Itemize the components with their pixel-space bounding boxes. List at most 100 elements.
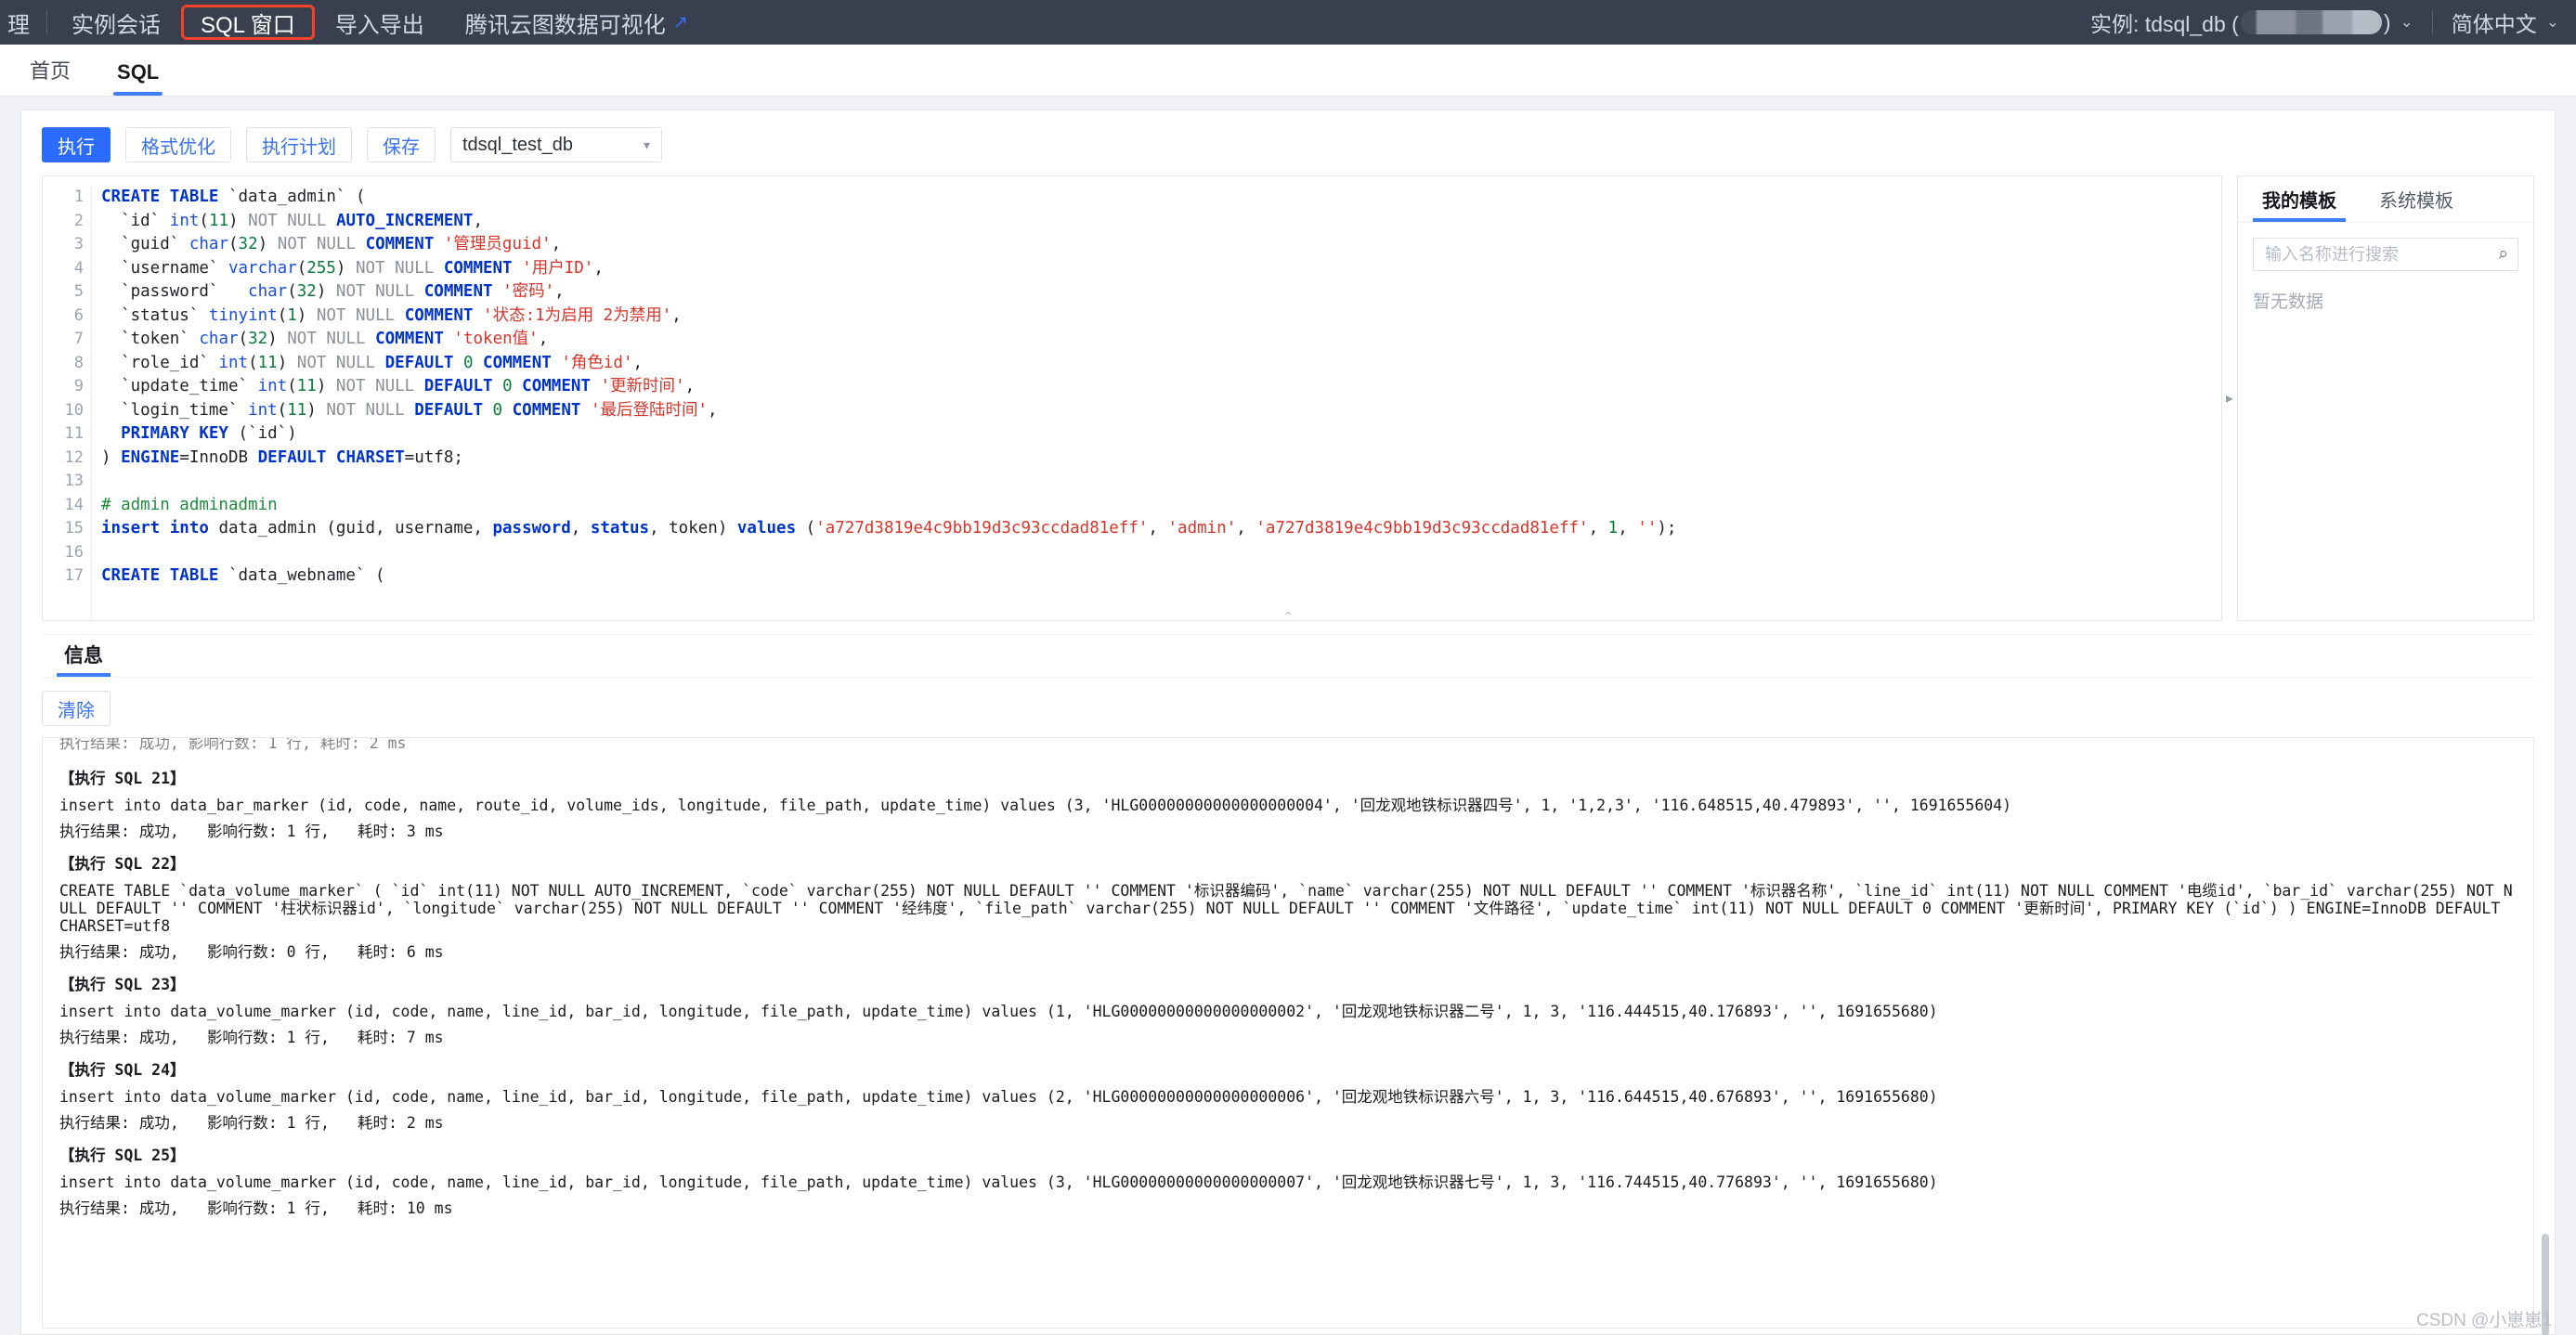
log-block-sql: insert into data_volume_marker (id, code… [59, 1088, 1938, 1106]
right-divider [2431, 10, 2433, 34]
info-toolbar: 清除 [42, 678, 2534, 737]
log-result-rows: 影响行数: 0 行, [206, 943, 330, 961]
log-result-status: 执行结果: 成功, [59, 1029, 179, 1046]
tab-home-label: 首页 [30, 59, 72, 83]
log-block: 【执行 SQL 21】 insert into data_bar_marker … [59, 770, 2517, 840]
editor-line-numbers: 1 2 3 4 5 6 7 8 9 10 11 12 13 14 15 16 17 [43, 176, 84, 620]
top-nav-left-group: 理 实例会话 SQL 窗口 导入导出 腾讯云图数据可视化 ↗ [0, 0, 709, 45]
template-search-box[interactable]: ⌕ [2253, 238, 2518, 271]
execute-button-label: 执行 [58, 136, 95, 158]
instance-label: 实例: tdsql_db ( [2090, 12, 2239, 36]
clear-button[interactable]: 清除 [42, 691, 111, 726]
log-block-sql: CREATE TABLE `data_volume_marker` ( `id`… [59, 882, 2513, 935]
instance-selector[interactable]: 实例: tdsql_db ( ) ⌄ [2090, 6, 2413, 38]
log-block-title: 【执行 SQL 25】 [59, 1147, 186, 1164]
instance-label-suffix: ) [2383, 9, 2391, 34]
nav-instance-session[interactable]: 实例会话 [51, 0, 181, 45]
log-block-result: 执行结果: 成功, 影响行数: 1 行, 耗时: 2 ms [59, 1114, 2517, 1132]
page-body: 执行 格式优化 执行计划 保存 tdsql_test_db ▾ 12345678… [0, 97, 2576, 1335]
chevron-down-icon: ⌄ [2400, 13, 2413, 31]
save-button[interactable]: 保存 [367, 127, 436, 162]
log-result-status: 执行结果: 成功, [59, 1114, 179, 1132]
template-tabs: 我的模板 系统模板 [2238, 176, 2533, 223]
chevron-down-icon: ⌄ [2545, 13, 2559, 31]
log-result-time: 耗时: 3 ms [357, 823, 444, 840]
log-result-rows: 影响行数: 1 行, [206, 1114, 330, 1132]
tab-system-templates[interactable]: 系统模板 [2370, 186, 2463, 222]
log-block-title: 【执行 SQL 23】 [59, 976, 186, 993]
sql-editor[interactable]: 1 2 3 4 5 6 7 8 9 10 11 12 13 14 15 16 17 CREATE TABLE `… [42, 175, 2222, 621]
nav-divider [46, 10, 47, 34]
search-icon[interactable]: ⌕ [2498, 244, 2508, 265]
info-tab-bar: 信息 [42, 635, 2534, 678]
log-result-time: 耗时: 10 ms [357, 1199, 453, 1217]
log-block: 【执行 SQL 25】 insert into data_volume_mark… [59, 1147, 2517, 1217]
sql-editor-content[interactable]: CREATE TABLE `data_admin` ( `id` int(11)… [101, 176, 2221, 620]
log-block-sql: insert into data_bar_marker (id, code, n… [59, 797, 2012, 814]
explain-plan-button[interactable]: 执行计划 [246, 127, 352, 162]
nav-sql-window[interactable]: SQL 窗口 [181, 5, 315, 40]
template-search-input[interactable] [2263, 243, 2499, 266]
save-button-label: 保存 [383, 136, 420, 158]
log-block-title: 【执行 SQL 21】 [59, 770, 186, 787]
log-result-rows: 影响行数: 1 行, [206, 1029, 330, 1046]
tab-home[interactable]: 首页 [13, 55, 87, 96]
log-result-status: 执行结果: 成功, [59, 823, 179, 840]
log-block-sql: insert into data_volume_marker (id, code… [59, 1003, 1938, 1020]
explain-plan-button-label: 执行计划 [262, 136, 336, 158]
log-result-status: 执行结果: 成功, [59, 943, 179, 961]
log-result-status: 执行结果: 成功, [59, 1199, 179, 1217]
log-block-title: 【执行 SQL 24】 [59, 1061, 186, 1079]
log-result-rows: 影响行数: 1 行, [206, 823, 330, 840]
top-navigation-bar: 理 实例会话 SQL 窗口 导入导出 腾讯云图数据可视化 ↗ 实例: tdsql… [0, 0, 2576, 45]
watermark: CSDN @小崽崽1 [2416, 1311, 2552, 1330]
nav-cloud-visualization[interactable]: 腾讯云图数据可视化 ↗ [445, 0, 709, 45]
log-block: 【执行 SQL 24】 insert into data_volume_mark… [59, 1061, 2517, 1132]
editor-gutter-divider [91, 186, 92, 620]
execution-log[interactable]: 执行结果: 成功, 影响行数: 1 行, 耗时: 2 ms 【执行 SQL 21… [42, 737, 2534, 1329]
database-select[interactable]: tdsql_test_db ▾ [450, 127, 662, 162]
editor-resize-handle[interactable]: ⌃ [1282, 609, 1294, 625]
nav-manage-label: 理 [7, 12, 30, 38]
log-result-time: 耗时: 2 ms [357, 1114, 444, 1132]
sql-workspace-card: 执行 格式优化 执行计划 保存 tdsql_test_db ▾ 12345678… [20, 110, 2556, 1335]
log-block-result: 执行结果: 成功, 影响行数: 1 行, 耗时: 7 ms [59, 1029, 2517, 1046]
log-block: 【执行 SQL 22】 CREATE TABLE `data_volume_ma… [59, 855, 2517, 961]
nav-manage[interactable]: 理 [0, 0, 43, 45]
execute-button[interactable]: 执行 [42, 127, 111, 162]
nav-instance-session-label: 实例会话 [72, 12, 161, 38]
log-result-time: 耗时: 6 ms [357, 943, 444, 961]
log-block-sql: insert into data_volume_marker (id, code… [59, 1173, 1938, 1191]
tab-sql-label: SQL [117, 60, 160, 84]
log-result-rows: 影响行数: 1 行, [206, 1199, 330, 1217]
log-block-result: 执行结果: 成功, 影响行数: 0 行, 耗时: 6 ms [59, 943, 2517, 961]
tab-my-templates-label: 我的模板 [2262, 191, 2336, 212]
language-label: 简体中文 [2451, 12, 2537, 36]
info-section: 信息 清除 执行结果: 成功, 影响行数: 1 行, 耗时: 2 ms 【执行 … [42, 634, 2534, 1329]
log-block-result: 执行结果: 成功, 影响行数: 1 行, 耗时: 10 ms [59, 1199, 2517, 1217]
format-button[interactable]: 格式优化 [125, 127, 231, 162]
nav-import-export[interactable]: 导入导出 [315, 0, 445, 45]
panel-collapse-toggle[interactable]: ▸ [2222, 175, 2237, 621]
top-nav-right-group: 实例: tdsql_db ( ) ⌄ 简体中文 ⌄ [2090, 6, 2576, 38]
language-selector[interactable]: 简体中文 ⌄ [2452, 6, 2559, 38]
tab-sql[interactable]: SQL [100, 60, 176, 96]
log-block-title: 【执行 SQL 22】 [59, 855, 186, 873]
nav-cloud-visualization-label: 腾讯云图数据可视化 [464, 12, 666, 38]
log-block-result: 执行结果: 成功, 影响行数: 1 行, 耗时: 3 ms [59, 823, 2517, 840]
nav-sql-window-label: SQL 窗口 [201, 12, 295, 38]
editor-row: 1 2 3 4 5 6 7 8 9 10 11 12 13 14 15 16 17 CREATE TABLE `… [21, 175, 2555, 621]
tab-info[interactable]: 信息 [53, 641, 114, 677]
tab-my-templates[interactable]: 我的模板 [2253, 186, 2346, 222]
page-tab-bar: 首页 SQL [0, 45, 2576, 97]
chevron-down-icon: ▾ [643, 136, 650, 152]
format-button-label: 格式优化 [141, 136, 215, 158]
log-clipped-line: 执行结果: 成功, 影响行数: 1 行, 耗时: 2 ms [59, 737, 407, 751]
clear-button-label: 清除 [58, 700, 95, 721]
log-result-time: 耗时: 7 ms [357, 1029, 444, 1046]
sql-toolbar: 执行 格式优化 执行计划 保存 tdsql_test_db ▾ [21, 110, 2555, 175]
database-select-value: tdsql_test_db [462, 134, 573, 155]
execution-log-content: 执行结果: 成功, 影响行数: 1 行, 耗时: 2 ms 【执行 SQL 21… [59, 738, 2517, 1217]
nav-import-export-label: 导入导出 [334, 12, 424, 38]
tab-info-label: 信息 [64, 645, 103, 667]
